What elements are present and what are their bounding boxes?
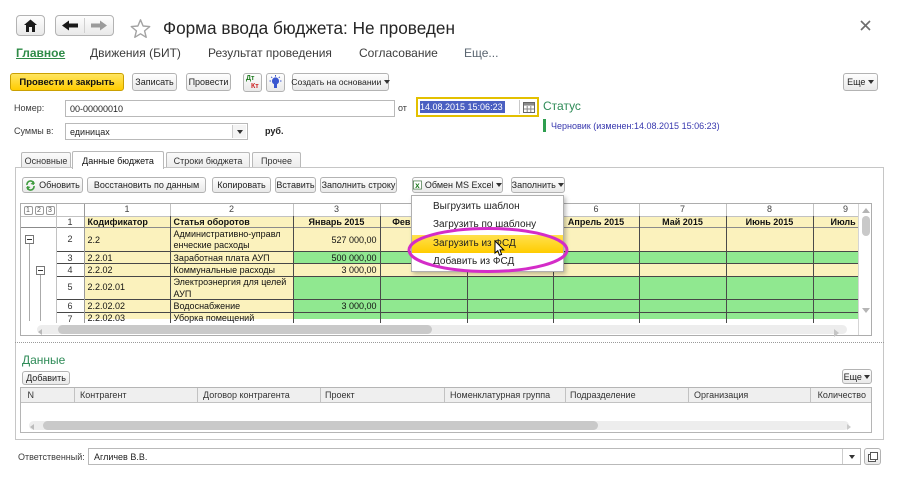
svg-text:x: x xyxy=(415,181,420,190)
